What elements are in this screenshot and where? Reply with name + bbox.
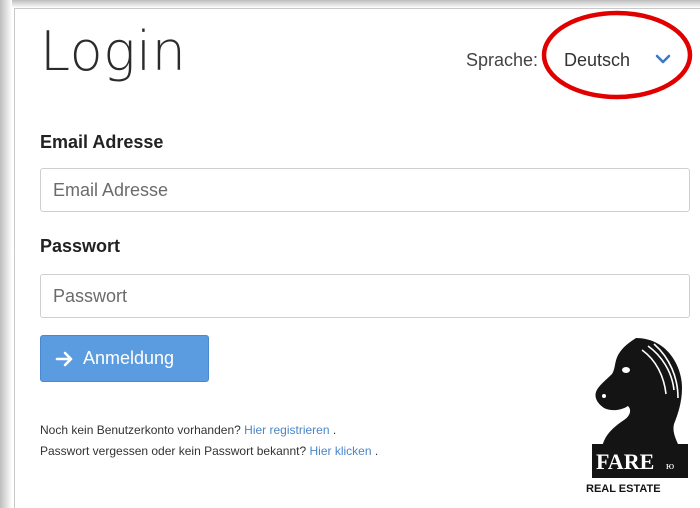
forgot-password-line: Passwort vergessen oder kein Passwort be… [40, 444, 378, 458]
window-shadow-top [0, 0, 700, 8]
email-field[interactable] [40, 168, 690, 212]
company-logo: FARE ю REAL ESTATE [586, 338, 688, 495]
password-label: Passwort [40, 236, 121, 256]
logo-name-suffix: ю [666, 460, 674, 472]
language-label: Sprache: [466, 50, 539, 70]
logo-name: FARE [596, 449, 654, 474]
register-suffix: . [332, 423, 337, 437]
forgot-password-link[interactable]: Hier klicken [309, 444, 371, 458]
login-button[interactable]: Anmeldung [40, 335, 209, 382]
window-border-top [14, 8, 700, 9]
window-border-left [14, 8, 15, 508]
register-text: Noch kein Benutzerkonto vorhanden? [40, 423, 241, 437]
page-title: Login [40, 20, 187, 83]
forgot-password-suffix: . [374, 444, 379, 458]
register-link[interactable]: Hier registrieren [244, 423, 329, 437]
language-select[interactable]: Deutsch [556, 40, 686, 80]
arrow-right-icon [55, 351, 73, 366]
chevron-down-icon [655, 54, 671, 64]
login-button-label: Anmeldung [83, 348, 175, 368]
email-label: Email Adresse [40, 132, 164, 152]
password-field[interactable] [40, 274, 690, 318]
language-select-value: Deutsch [564, 49, 631, 70]
register-line: Noch kein Benutzerkonto vorhanden? Hier … [40, 423, 336, 437]
logo-subtitle: REAL ESTATE [586, 483, 661, 495]
window-shadow-left [0, 0, 12, 508]
forgot-password-text: Passwort vergessen oder kein Passwort be… [40, 444, 307, 458]
